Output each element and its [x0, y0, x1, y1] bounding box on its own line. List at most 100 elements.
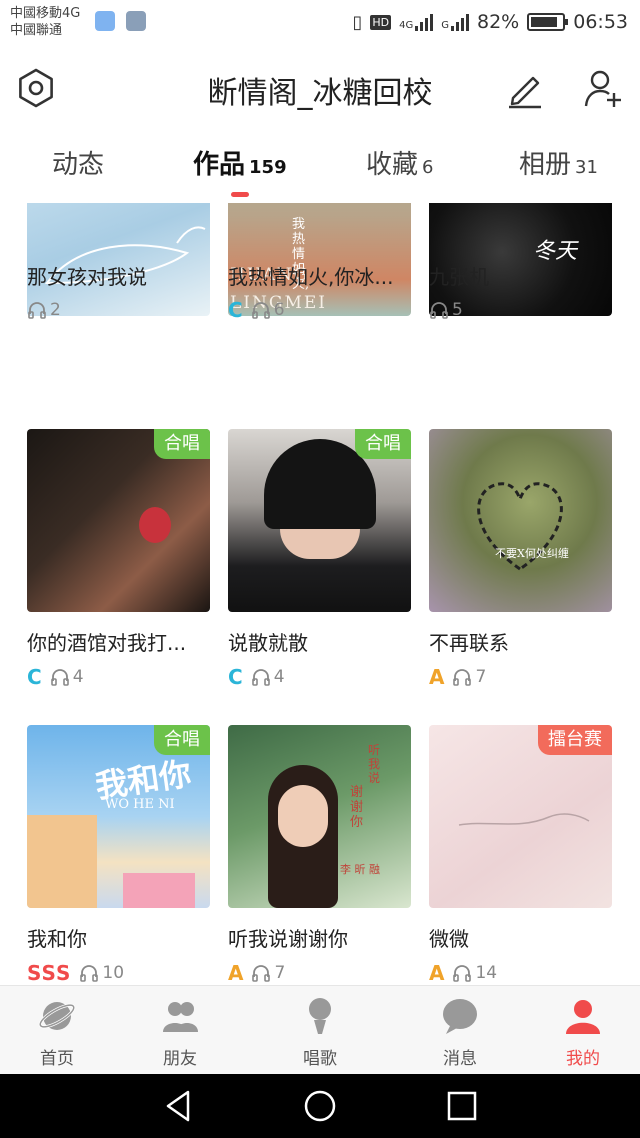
tab-count: 159 — [249, 157, 287, 178]
signal-2-icon — [451, 13, 469, 31]
hd-icon: HD — [370, 14, 392, 30]
nav-friends[interactable]: 朋友 — [140, 986, 220, 1075]
work-card[interactable]: 河 我热情如火, HUANG LINGMEI 我热情如火,你冰... C 6 — [228, 203, 411, 393]
work-meta: A 7 — [429, 665, 486, 689]
tab-count: 31 — [575, 157, 598, 178]
work-card[interactable]: 我和你 WO HE NI 合唱 我和你 SSS 10 — [27, 725, 210, 985]
work-title: 你的酒馆对我打... — [27, 631, 187, 655]
nav-sing[interactable]: 唱歌 — [280, 986, 360, 1075]
tab-works[interactable]: 作品 159 — [193, 144, 287, 181]
nav-me[interactable]: 我的 — [543, 986, 623, 1075]
nav-label: 朋友 — [163, 1049, 197, 1069]
nav-label: 唱歌 — [303, 1049, 337, 1069]
work-card[interactable]: 听我说 谢谢你 李 昕 融 听我说谢谢你 A 7 — [228, 725, 411, 985]
tab-label: 收藏 — [366, 150, 419, 180]
headphones-icon — [251, 302, 270, 319]
work-card[interactable]: 擂台赛 微微 A 14 — [429, 725, 612, 985]
tab-favorites[interactable]: 收藏 6 — [366, 144, 433, 181]
heart-icon — [477, 482, 563, 571]
play-count: 4 — [251, 667, 285, 687]
signal-1-icon — [415, 13, 434, 31]
planet-icon — [38, 1002, 76, 1030]
cover-building — [27, 815, 97, 908]
bottom-navigation: 首页 朋友 唱歌 消息 我的 — [0, 985, 640, 1074]
play-count-value: 2 — [50, 300, 61, 320]
play-count: 4 — [50, 667, 84, 687]
nav-label: 首页 — [40, 1049, 74, 1069]
headphones-icon — [28, 302, 46, 319]
recent-apps-icon[interactable] — [444, 1088, 480, 1124]
add-user-icon — [584, 70, 621, 107]
work-title: 不再联系 — [429, 631, 509, 655]
work-title: 微微 — [429, 927, 469, 951]
grade-badge: SSS — [27, 961, 72, 985]
play-count: 2 — [27, 300, 61, 320]
edit-icon — [509, 76, 541, 109]
chorus-badge: 合唱 — [154, 725, 210, 755]
grade-badge: C — [228, 298, 243, 322]
nav-label: 我的 — [566, 1049, 600, 1069]
back-icon[interactable] — [160, 1088, 196, 1124]
play-count-value: 7 — [274, 963, 286, 983]
contest-badge: 擂台赛 — [538, 725, 612, 755]
vibrate-icon: ▯ — [352, 11, 363, 33]
network-1: 4G — [399, 13, 434, 31]
tab-dynamics[interactable]: 动态 — [52, 144, 104, 181]
tab-album[interactable]: 相册 31 — [519, 144, 598, 181]
headphones-icon — [453, 965, 472, 982]
tab-count: 6 — [422, 157, 434, 178]
add-friend-button[interactable] — [582, 66, 626, 110]
system-navigation-bar — [0, 1074, 640, 1138]
tab-label: 相册 — [519, 150, 572, 180]
nav-messages[interactable]: 消息 — [420, 986, 500, 1075]
status-bar: 中國移動4G 中國聯通 ▯ HD 4G G 82% 06:53 — [0, 0, 640, 44]
play-count: 10 — [79, 963, 124, 983]
status-indicators: ▯ HD 4G G 82% 06:53 — [352, 8, 628, 36]
profile-header: 断情阁_冰糖回校 — [0, 54, 640, 124]
active-tab-indicator — [231, 192, 249, 197]
work-meta: C 6 — [228, 298, 285, 322]
battery-icon — [527, 13, 569, 31]
play-count-value: 14 — [475, 963, 498, 983]
headphones-icon — [453, 669, 472, 686]
headphones-icon — [80, 965, 99, 982]
message-icon — [443, 999, 477, 1034]
work-meta: C 4 — [228, 665, 285, 689]
nav-home[interactable]: 首页 — [17, 986, 97, 1075]
network-2-label: G — [441, 20, 449, 31]
work-title: 说散就散 — [228, 631, 308, 655]
work-meta: A 7 — [228, 961, 285, 985]
work-card[interactable]: 合唱 说散就散 C 4 — [228, 429, 411, 689]
network-2: G — [441, 13, 469, 31]
work-card[interactable]: 合唱 你的酒馆对我打... C 4 — [27, 429, 210, 689]
home-icon[interactable] — [302, 1088, 338, 1124]
cover-face — [278, 785, 328, 847]
work-title: 我和你 — [27, 927, 87, 951]
play-count: 14 — [452, 963, 497, 983]
work-title: 我热情如火,你冰... — [228, 265, 394, 289]
work-card[interactable]: 冬天 九张机 5 — [429, 203, 612, 393]
chorus-badge: 合唱 — [355, 429, 411, 459]
network-1-label: 4G — [399, 20, 414, 31]
edit-button[interactable] — [503, 66, 547, 110]
work-cover: 我和你 WO HE NI 合唱 — [27, 725, 210, 908]
work-card[interactable]: 不要X何处纠缠 不再联系 A 7 — [429, 429, 612, 689]
grade-badge: A — [429, 665, 445, 689]
work-cover: 合唱 — [228, 429, 411, 612]
grade-badge: A — [429, 961, 445, 985]
nav-label: 消息 — [443, 1049, 477, 1069]
play-count-value: 10 — [102, 963, 125, 983]
work-meta: 5 — [429, 298, 463, 322]
play-count-value: 4 — [72, 667, 84, 687]
work-card[interactable]: 那女孩对我说 2 — [27, 203, 210, 393]
cover-building — [123, 873, 195, 908]
play-count: 7 — [452, 667, 486, 687]
grade-badge: A — [228, 961, 244, 985]
grade-badge: C — [27, 665, 42, 689]
cover-flower — [139, 507, 171, 543]
work-meta: A 14 — [429, 961, 497, 985]
work-title: 九张机 — [429, 265, 489, 289]
play-count-value: 5 — [452, 300, 463, 320]
cover-text: 听我说 — [368, 743, 381, 785]
carrier-1: 中國移動4G — [10, 6, 81, 21]
